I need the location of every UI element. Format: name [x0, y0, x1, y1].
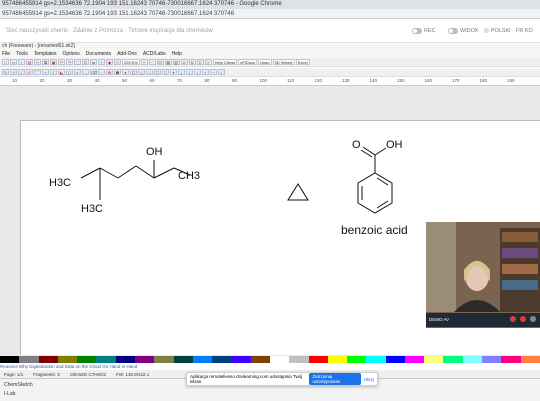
- ch3-left-label: H3C: [49, 177, 71, 189]
- palette-swatch[interactable]: [96, 356, 116, 363]
- ch3-bottom-label: H3C: [81, 203, 103, 215]
- benzene-ring: [357, 172, 393, 214]
- settings-icon[interactable]: [530, 316, 536, 322]
- palette-swatch[interactable]: [443, 356, 463, 363]
- palette-swatch[interactable]: [77, 356, 97, 363]
- hide-button[interactable]: Ukryj: [364, 377, 374, 382]
- palette-swatch[interactable]: [520, 356, 540, 363]
- palette-swatch[interactable]: [366, 356, 386, 363]
- palette-swatch[interactable]: [19, 356, 39, 363]
- taskbar-chemsketch[interactable]: ChemSketch: [4, 382, 33, 388]
- participant-name: DEMO AV: [429, 317, 450, 322]
- video-controls: DEMO AV: [426, 313, 540, 327]
- bond: [376, 177, 389, 186]
- news-ticker[interactable]: Reasons Why Digitalization and Data on t…: [0, 363, 540, 370]
- palette-swatch[interactable]: [212, 356, 232, 363]
- stop-sharing-button[interactable]: Zatrzymaj udostępnianie: [309, 373, 361, 385]
- molecule-drawing[interactable]: H3C H3C OH CH3 O OH benzoic acid: [0, 0, 540, 400]
- formula-readout: C8H18O C7H6O2: [69, 371, 107, 377]
- screen-share-text: Aplikacja remoteliveso.ctivlearning.com …: [190, 374, 303, 384]
- bond: [376, 200, 389, 209]
- oxygen-label: O: [352, 139, 361, 151]
- screen-share-notice: Aplikacja remoteliveso.ctivlearning.com …: [186, 372, 378, 386]
- camera-icon[interactable]: [520, 316, 526, 322]
- palette-swatch[interactable]: [0, 356, 20, 363]
- bond: [117, 165, 137, 179]
- palette-swatch[interactable]: [308, 356, 328, 363]
- palette-swatch[interactable]: [231, 356, 251, 363]
- bond: [374, 147, 387, 156]
- page-indicator: Page: 1/1: [4, 371, 24, 377]
- palette-swatch[interactable]: [462, 356, 483, 363]
- palette-swatch[interactable]: [134, 356, 155, 363]
- palette-swatch[interactable]: [501, 356, 521, 363]
- color-palette[interactable]: [0, 356, 540, 363]
- oh-label: OH: [146, 146, 163, 158]
- bond: [80, 167, 101, 179]
- palette-swatch[interactable]: [327, 356, 348, 363]
- palette-swatch[interactable]: [192, 356, 213, 363]
- palette-swatch[interactable]: [115, 356, 135, 363]
- palette-swatch[interactable]: [269, 356, 290, 363]
- triangle-shape[interactable]: [287, 183, 309, 201]
- taskbar-ilab[interactable]: I-Lab: [4, 391, 15, 397]
- hydroxyl-label: OH: [386, 139, 403, 151]
- palette-swatch[interactable]: [250, 356, 270, 363]
- bond: [360, 149, 373, 158]
- palette-swatch[interactable]: [424, 356, 444, 363]
- alcohol-molecule[interactable]: [80, 160, 191, 200]
- palette-swatch[interactable]: [404, 356, 425, 363]
- palette-swatch[interactable]: [57, 356, 78, 363]
- mic-icon[interactable]: [510, 316, 516, 322]
- palette-swatch[interactable]: [38, 356, 58, 363]
- bond: [135, 165, 155, 179]
- bond: [99, 167, 119, 179]
- fw-readout: FW: 130.9/122.1: [116, 371, 150, 377]
- benzoic-acid-molecule[interactable]: [357, 146, 393, 214]
- benzoic-acid-label: benzoic acid: [341, 223, 408, 237]
- palette-swatch[interactable]: [482, 356, 502, 363]
- palette-swatch[interactable]: [385, 356, 405, 363]
- palette-swatch[interactable]: [173, 356, 193, 363]
- palette-swatch[interactable]: [154, 356, 174, 363]
- fragments-count: Fragments: 3: [33, 371, 60, 377]
- bond: [153, 167, 175, 179]
- palette-swatch[interactable]: [289, 356, 309, 363]
- palette-swatch[interactable]: [347, 356, 367, 363]
- bond: [362, 146, 376, 156]
- ch3-right-label: CH3: [178, 170, 200, 182]
